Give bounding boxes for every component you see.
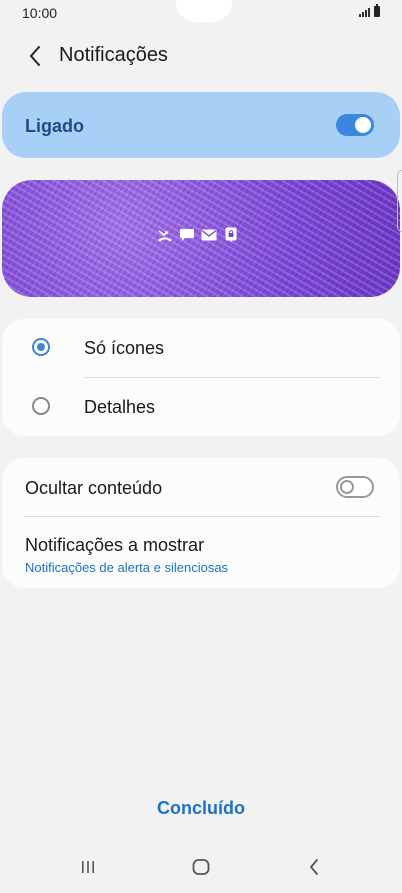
header: Notificações [0, 36, 402, 76]
preview-icons [157, 227, 239, 243]
option-label: Só ícones [84, 338, 165, 358]
recent-apps-icon [82, 861, 94, 873]
navigation-bar [0, 840, 402, 893]
notifications-to-show-row[interactable]: Notificações a mostrar Notificações de a… [2, 517, 400, 587]
master-toggle-row[interactable]: Ligado [2, 92, 400, 158]
status-time: 10:00 [22, 5, 58, 21]
camera-notch [176, 0, 232, 22]
back-button[interactable] [20, 41, 50, 71]
done-button[interactable]: Concluído [0, 798, 402, 819]
option-icons-only[interactable]: Só ícones [2, 319, 400, 377]
chevron-left-icon [30, 46, 40, 66]
option-details[interactable]: Detalhes [2, 378, 400, 436]
toggle-knob [340, 480, 354, 494]
status-icons [359, 4, 380, 17]
radio-icons-only[interactable] [32, 338, 50, 356]
email-icon [201, 228, 217, 242]
message-icon [179, 228, 195, 242]
home-button[interactable] [181, 854, 221, 880]
battery-icon [374, 4, 380, 17]
notifications-to-show-value: Notificações de alerta e silenciosas [25, 560, 229, 575]
recent-apps-button[interactable] [68, 854, 108, 880]
hide-content-label: Ocultar conteúdo [25, 478, 163, 498]
notification-preview [2, 180, 400, 297]
hide-content-row[interactable]: Ocultar conteúdo [2, 458, 400, 516]
home-icon [192, 859, 210, 875]
chevron-left-icon [310, 859, 318, 875]
option-label: Detalhes [84, 397, 156, 417]
signal-icon [359, 7, 370, 17]
missed-call-icon [157, 228, 173, 242]
hide-content-switch[interactable] [336, 476, 374, 498]
master-toggle-switch[interactable] [336, 114, 374, 136]
lock-notification-icon [223, 227, 239, 243]
master-toggle-label: Ligado [25, 116, 84, 136]
style-options-card: Só ícones Detalhes [2, 319, 400, 436]
back-nav-button[interactable] [294, 854, 334, 880]
status-bar: 10:00 [0, 0, 402, 28]
notifications-to-show-label: Notificações a mostrar [25, 535, 205, 555]
settings-card: Ocultar conteúdo Notificações a mostrar … [2, 458, 400, 588]
radio-details[interactable] [32, 397, 50, 415]
toggle-knob [355, 117, 371, 133]
edge-panel-handle[interactable] [397, 170, 402, 232]
page-title: Notificações [59, 44, 168, 66]
